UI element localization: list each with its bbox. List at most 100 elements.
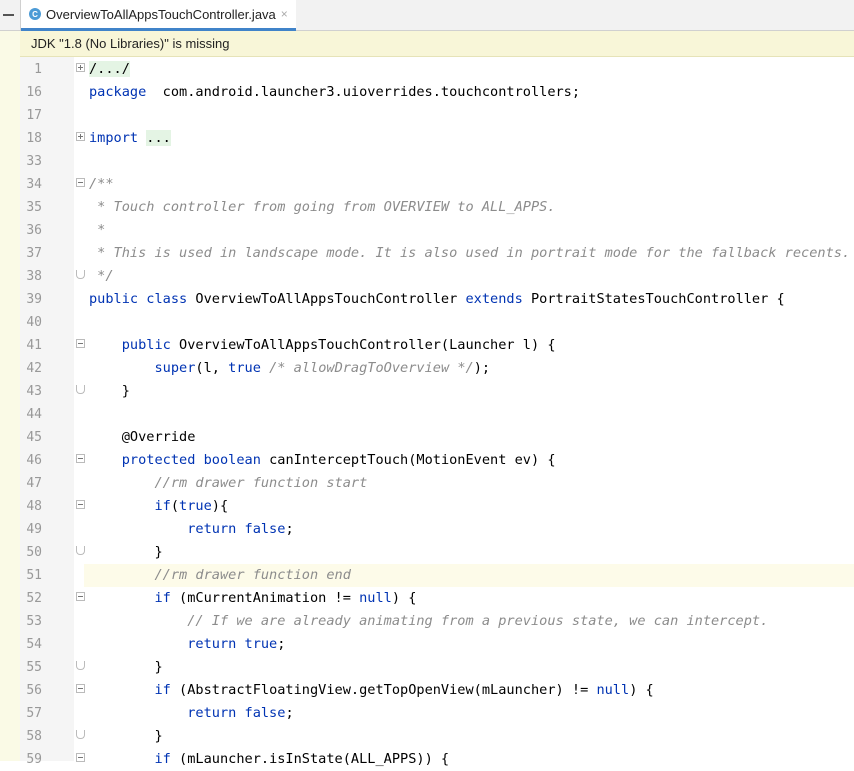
- code-token: @Override: [89, 429, 196, 445]
- tab-title: OverviewToAllAppsTouchController.java: [46, 6, 276, 22]
- code-line[interactable]: 54 return true;: [20, 633, 854, 656]
- keyword-token: public class: [89, 291, 188, 307]
- code-line[interactable]: 47 //rm drawer function start: [20, 472, 854, 495]
- code-line[interactable]: 35 * Touch controller from going from OV…: [20, 196, 854, 219]
- code-token: ;: [285, 705, 294, 721]
- code-token: }: [89, 728, 163, 744]
- line-number: 44: [26, 407, 42, 422]
- code-line[interactable]: 39 public class OverviewToAllAppsTouchCon…: [20, 288, 854, 311]
- code-line[interactable]: 49 return false;: [20, 518, 854, 541]
- keyword-token: return false: [187, 521, 286, 537]
- code-text: *: [84, 219, 854, 242]
- comment-token: /* allowDragToOverview */: [269, 360, 474, 376]
- code-line[interactable]: 44: [20, 403, 854, 426]
- editor-tab-bar: C OverviewToAllAppsTouchController.java …: [0, 0, 854, 31]
- keyword-token: true: [179, 498, 212, 514]
- code-text: //rm drawer function start: [84, 472, 854, 495]
- keyword-token: super: [154, 360, 196, 376]
- comment-token: *: [89, 222, 106, 238]
- line-number: 42: [26, 361, 42, 376]
- code-line[interactable]: 34 /**: [20, 173, 854, 196]
- comment-token: /**: [89, 176, 114, 192]
- code-line[interactable]: 50 }: [20, 541, 854, 564]
- folded-region[interactable]: ...: [146, 130, 171, 146]
- comment-token: */: [89, 268, 114, 284]
- code-token: (mLauncher.isInState(ALL_APPS)) {: [170, 751, 450, 767]
- code-line[interactable]: 36 *: [20, 219, 854, 242]
- code-text: import ...: [84, 127, 854, 150]
- comment-token: //rm drawer function end: [154, 567, 351, 583]
- line-number: 18: [26, 131, 42, 146]
- line-number: 53: [26, 614, 42, 629]
- line-number: 45: [26, 430, 42, 445]
- line-number: 43: [26, 384, 42, 399]
- code-line[interactable]: 58 }: [20, 725, 854, 748]
- java-class-icon: C: [29, 8, 41, 20]
- comment-token: * This is used in landscape mode. It is …: [89, 245, 851, 261]
- line-number: 35: [26, 200, 42, 215]
- code-line[interactable]: 57 return false;: [20, 702, 854, 725]
- code-line[interactable]: 46 protected boolean canInterceptTouch(M…: [20, 449, 854, 472]
- line-number: 54: [26, 637, 42, 652]
- code-line[interactable]: 52 if (mCurrentAnimation != null) {: [20, 587, 854, 610]
- code-token: ;: [285, 521, 294, 537]
- code-text: public class OverviewToAllAppsTouchContr…: [84, 288, 854, 311]
- folded-region[interactable]: /.../: [89, 61, 130, 77]
- code-token: com.android.launcher3.uioverrides.touchc…: [146, 84, 581, 100]
- code-line[interactable]: 37 * This is used in landscape mode. It …: [20, 242, 854, 265]
- line-number: 47: [26, 476, 42, 491]
- line-number: 38: [26, 269, 42, 284]
- code-line[interactable]: 38 */: [20, 265, 854, 288]
- code-line[interactable]: 56 if (AbstractFloatingView.getTopOpenVi…: [20, 679, 854, 702]
- code-line[interactable]: 55 }: [20, 656, 854, 679]
- code-line[interactable]: 16 package com.android.launcher3.uioverri…: [20, 81, 854, 104]
- line-number: 56: [26, 683, 42, 698]
- code-line[interactable]: 17: [20, 104, 854, 127]
- code-line[interactable]: 33: [20, 150, 854, 173]
- line-number: 55: [26, 660, 42, 675]
- keyword-token: return false: [187, 705, 286, 721]
- code-text: /.../: [84, 58, 854, 81]
- code-line[interactable]: 41 public OverviewToAllAppsTouchControll…: [20, 334, 854, 357]
- line-number: 46: [26, 453, 42, 468]
- editor-tab[interactable]: C OverviewToAllAppsTouchController.java …: [21, 0, 296, 31]
- code-text: }: [84, 725, 854, 748]
- line-number: 58: [26, 729, 42, 744]
- code-line[interactable]: 43 }: [20, 380, 854, 403]
- close-icon[interactable]: ×: [281, 7, 288, 21]
- code-token: ;: [277, 636, 286, 652]
- code-token: canInterceptTouch(MotionEvent ev) {: [260, 452, 556, 468]
- line-number: 16: [26, 85, 42, 100]
- code-text: public OverviewToAllAppsTouchController(…: [84, 334, 854, 357]
- code-text: /**: [84, 173, 854, 196]
- code-line[interactable]: 18 import ...: [20, 127, 854, 150]
- code-line[interactable]: 1 /.../: [20, 58, 854, 81]
- code-token: (: [170, 498, 180, 514]
- code-text: package com.android.launcher3.uioverride…: [84, 81, 854, 104]
- collapse-icon[interactable]: [0, 0, 21, 30]
- code-line[interactable]: 53 // If we are already animating from a…: [20, 610, 854, 633]
- code-line[interactable]: 40: [20, 311, 854, 334]
- line-number: 36: [26, 223, 42, 238]
- comment-token: //rm drawer function start: [154, 475, 368, 491]
- code-text: if(true){: [84, 495, 854, 518]
- line-number: 17: [26, 108, 42, 123]
- code-line[interactable]: 42 super(l, true /* allowDragToOverview …: [20, 357, 854, 380]
- code-line[interactable]: 45 @Override: [20, 426, 854, 449]
- code-line[interactable]: 59 if (mLauncher.isInState(ALL_APPS)) {: [20, 748, 854, 771]
- code-token: ) {: [391, 590, 417, 606]
- line-number: 40: [26, 315, 42, 330]
- line-number: 49: [26, 522, 42, 537]
- code-line[interactable]: 48 if(true){: [20, 495, 854, 518]
- code-line[interactable]: 51 //rm drawer function end: [20, 564, 854, 587]
- line-number: 52: [26, 591, 42, 606]
